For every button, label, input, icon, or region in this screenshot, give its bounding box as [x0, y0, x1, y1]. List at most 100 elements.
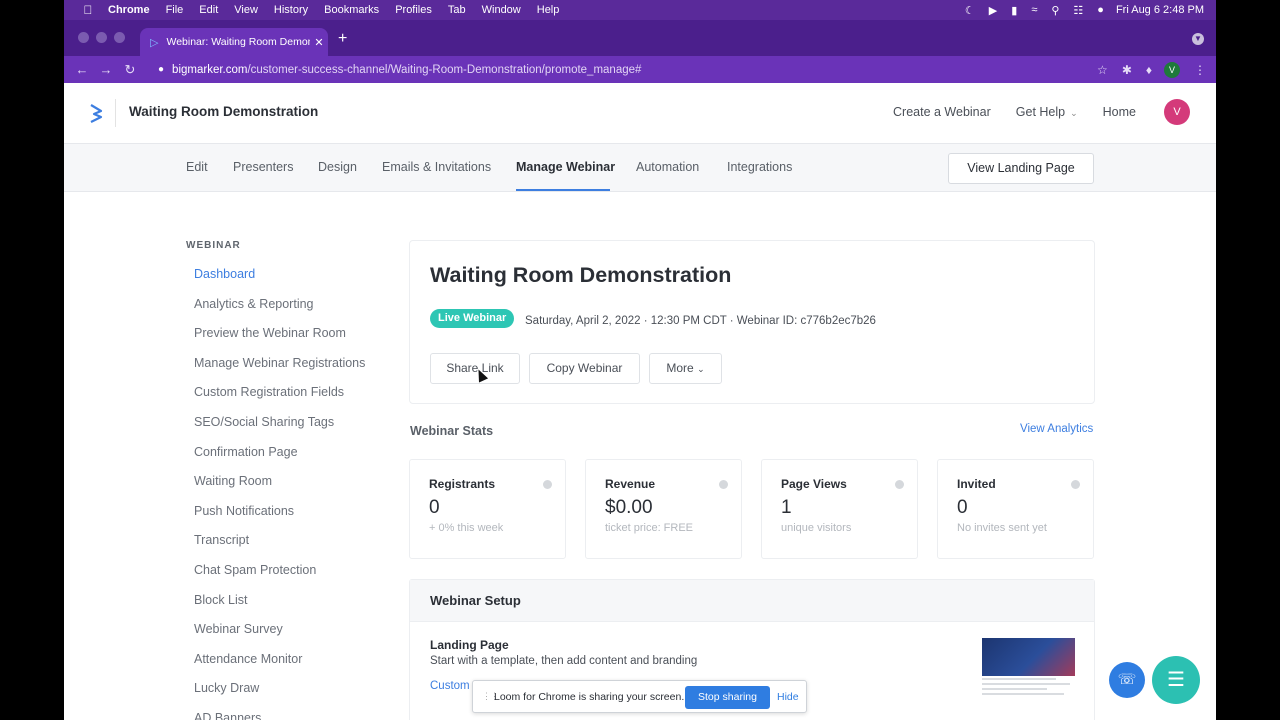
- stat-subtext: No invites sent yet: [957, 522, 1047, 534]
- extensions-puzzle-icon[interactable]: ♦: [1146, 63, 1152, 77]
- menu-tab[interactable]: Tab: [448, 4, 466, 16]
- share-link-button[interactable]: Share Link: [430, 353, 520, 384]
- sidebar-item-transcript[interactable]: Transcript: [194, 531, 365, 561]
- menubar-clock[interactable]: Fri Aug 6 2:48 PM: [1116, 4, 1204, 16]
- sidebar-item-custom-fields[interactable]: Custom Registration Fields: [194, 383, 365, 413]
- active-tab-underline: [516, 189, 610, 191]
- minimize-window-icon[interactable]: [96, 32, 107, 43]
- get-help-link[interactable]: Get Help ⌄: [1016, 105, 1078, 119]
- create-webinar-link[interactable]: Create a Webinar: [893, 105, 991, 119]
- user-avatar[interactable]: V: [1164, 99, 1190, 125]
- sidebar-item-push-notifications[interactable]: Push Notifications: [194, 502, 365, 532]
- sidebar-item-confirmation[interactable]: Confirmation Page: [194, 443, 365, 473]
- thumbnail-text-lines: [982, 678, 1075, 708]
- tab-search-icon[interactable]: ▼: [1192, 33, 1204, 45]
- menu-file[interactable]: File: [166, 4, 184, 16]
- sidebar-item-preview-room[interactable]: Preview the Webinar Room: [194, 324, 365, 354]
- info-icon[interactable]: [1071, 480, 1080, 489]
- tab-design[interactable]: Design: [318, 160, 357, 174]
- menu-history[interactable]: History: [274, 4, 308, 16]
- menu-bookmarks[interactable]: Bookmarks: [324, 4, 379, 16]
- address-bar[interactable]: bigmarker.com/customer-success-channel/W…: [172, 64, 641, 76]
- new-tab-icon[interactable]: +: [338, 30, 347, 48]
- user-icon[interactable]: ●: [1097, 4, 1104, 16]
- stop-sharing-button[interactable]: Stop sharing: [685, 686, 770, 709]
- loom-extension-icon[interactable]: ✱: [1122, 63, 1132, 77]
- support-headset-icon[interactable]: ☏: [1109, 662, 1145, 698]
- sidebar-item-dashboard[interactable]: Dashboard: [194, 265, 365, 295]
- stat-card-registrants: Registrants 0 + 0% this week: [409, 459, 566, 559]
- sidebar-item-chat-spam[interactable]: Chat Spam Protection: [194, 561, 365, 591]
- tab-integrations[interactable]: Integrations: [727, 160, 792, 174]
- menu-profiles[interactable]: Profiles: [395, 4, 432, 16]
- apple-icon[interactable]: : [76, 3, 100, 17]
- info-icon[interactable]: [543, 480, 552, 489]
- menu-window[interactable]: Window: [482, 4, 521, 16]
- view-analytics-link[interactable]: View Analytics: [1020, 423, 1093, 435]
- sidebar-item-lucky-draw[interactable]: Lucky Draw: [194, 679, 365, 709]
- tab-automation[interactable]: Automation: [636, 160, 699, 174]
- stat-card-page-views: Page Views 1 unique visitors: [761, 459, 918, 559]
- more-dropdown-button[interactable]: More ⌄: [649, 353, 722, 384]
- view-landing-page-button[interactable]: View Landing Page: [948, 153, 1094, 184]
- bigmarker-logo-icon[interactable]: [88, 103, 104, 123]
- hide-button[interactable]: Hide: [777, 691, 799, 703]
- window-controls: [78, 32, 132, 43]
- stat-value: 0: [429, 497, 440, 518]
- webinar-summary-card: Waiting Room Demonstration Live Webinar …: [409, 240, 1095, 404]
- menu-help[interactable]: Help: [537, 4, 560, 16]
- sidebar-heading: WEBINAR: [186, 240, 241, 251]
- landing-page-thumbnail[interactable]: [982, 638, 1075, 676]
- copy-webinar-button[interactable]: Copy Webinar: [529, 353, 640, 384]
- sidebar-item-block-list[interactable]: Block List: [194, 591, 365, 621]
- tab-presenters[interactable]: Presenters: [233, 160, 293, 174]
- zoom-window-icon[interactable]: [114, 32, 125, 43]
- back-icon[interactable]: ←: [70, 62, 94, 77]
- webinar-meta: Saturday, April 2, 2022 · 12:30 PM CDT ·…: [525, 315, 876, 327]
- search-icon[interactable]: ⚲: [1051, 4, 1059, 17]
- forward-icon[interactable]: →: [94, 62, 118, 77]
- sidebar-item-analytics[interactable]: Analytics & Reporting: [194, 295, 365, 325]
- play-icon[interactable]: ▶: [989, 4, 997, 17]
- close-window-icon[interactable]: [78, 32, 89, 43]
- loom-sharing-bar: ⋮⋮ Loom for Chrome is sharing your scree…: [472, 680, 807, 713]
- browser-tab-strip: ▷ Webinar: Waiting Room Demonstr ✕ + ▼: [64, 20, 1216, 56]
- url-path: /customer-success-channel/Waiting-Room-D…: [247, 63, 642, 76]
- menu-app-name[interactable]: Chrome: [108, 4, 150, 16]
- menu-view[interactable]: View: [234, 4, 258, 16]
- menu-edit[interactable]: Edit: [199, 4, 218, 16]
- tab-emails-invitations[interactable]: Emails & Invitations: [382, 160, 491, 174]
- stat-label: Registrants: [429, 477, 496, 491]
- sidebar-item-ad-banners[interactable]: AD Banners: [194, 709, 365, 720]
- wifi-icon[interactable]: ≈: [1031, 4, 1037, 16]
- lock-icon[interactable]: ●: [158, 64, 164, 75]
- browser-profile-avatar[interactable]: V: [1164, 61, 1180, 78]
- macos-menu-bar:  Chrome File Edit View History Bookmark…: [64, 0, 1216, 20]
- info-icon[interactable]: [719, 480, 728, 489]
- toolbar-actions: ☆ ✱ ♦ V ⋮: [1083, 56, 1206, 83]
- stat-value: 1: [781, 497, 792, 518]
- bookmark-star-icon[interactable]: ☆: [1097, 63, 1108, 77]
- sidebar-item-survey[interactable]: Webinar Survey: [194, 620, 365, 650]
- chat-bubble-icon[interactable]: ☰: [1152, 656, 1200, 704]
- sidebar-item-seo-tags[interactable]: SEO/Social Sharing Tags: [194, 413, 365, 443]
- chevron-down-icon: ⌄: [697, 364, 705, 374]
- browser-tab[interactable]: ▷ Webinar: Waiting Room Demonstr ✕: [140, 28, 328, 56]
- tab-edit[interactable]: Edit: [186, 160, 208, 174]
- sidebar-item-attendance[interactable]: Attendance Monitor: [194, 650, 365, 680]
- customize-link[interactable]: Custom: [430, 680, 470, 692]
- reload-icon[interactable]: ↻: [118, 62, 142, 78]
- sidebar-item-waiting-room[interactable]: Waiting Room: [194, 472, 365, 502]
- tab-manage-webinar[interactable]: Manage Webinar: [516, 160, 615, 174]
- stat-card-revenue: Revenue $0.00 ticket price: FREE: [585, 459, 742, 559]
- info-icon[interactable]: [895, 480, 904, 489]
- moon-icon[interactable]: ☾: [965, 4, 975, 17]
- battery-icon[interactable]: ▮: [1011, 4, 1017, 17]
- stat-subtext: ticket price: FREE: [605, 522, 694, 534]
- sidebar-item-registrations[interactable]: Manage Webinar Registrations: [194, 354, 365, 384]
- home-link[interactable]: Home: [1103, 105, 1136, 119]
- screen:  Chrome File Edit View History Bookmark…: [64, 0, 1216, 720]
- control-center-icon[interactable]: ☷: [1073, 4, 1083, 17]
- close-tab-icon[interactable]: ✕: [310, 36, 328, 49]
- more-menu-icon[interactable]: ⋮: [1194, 63, 1206, 77]
